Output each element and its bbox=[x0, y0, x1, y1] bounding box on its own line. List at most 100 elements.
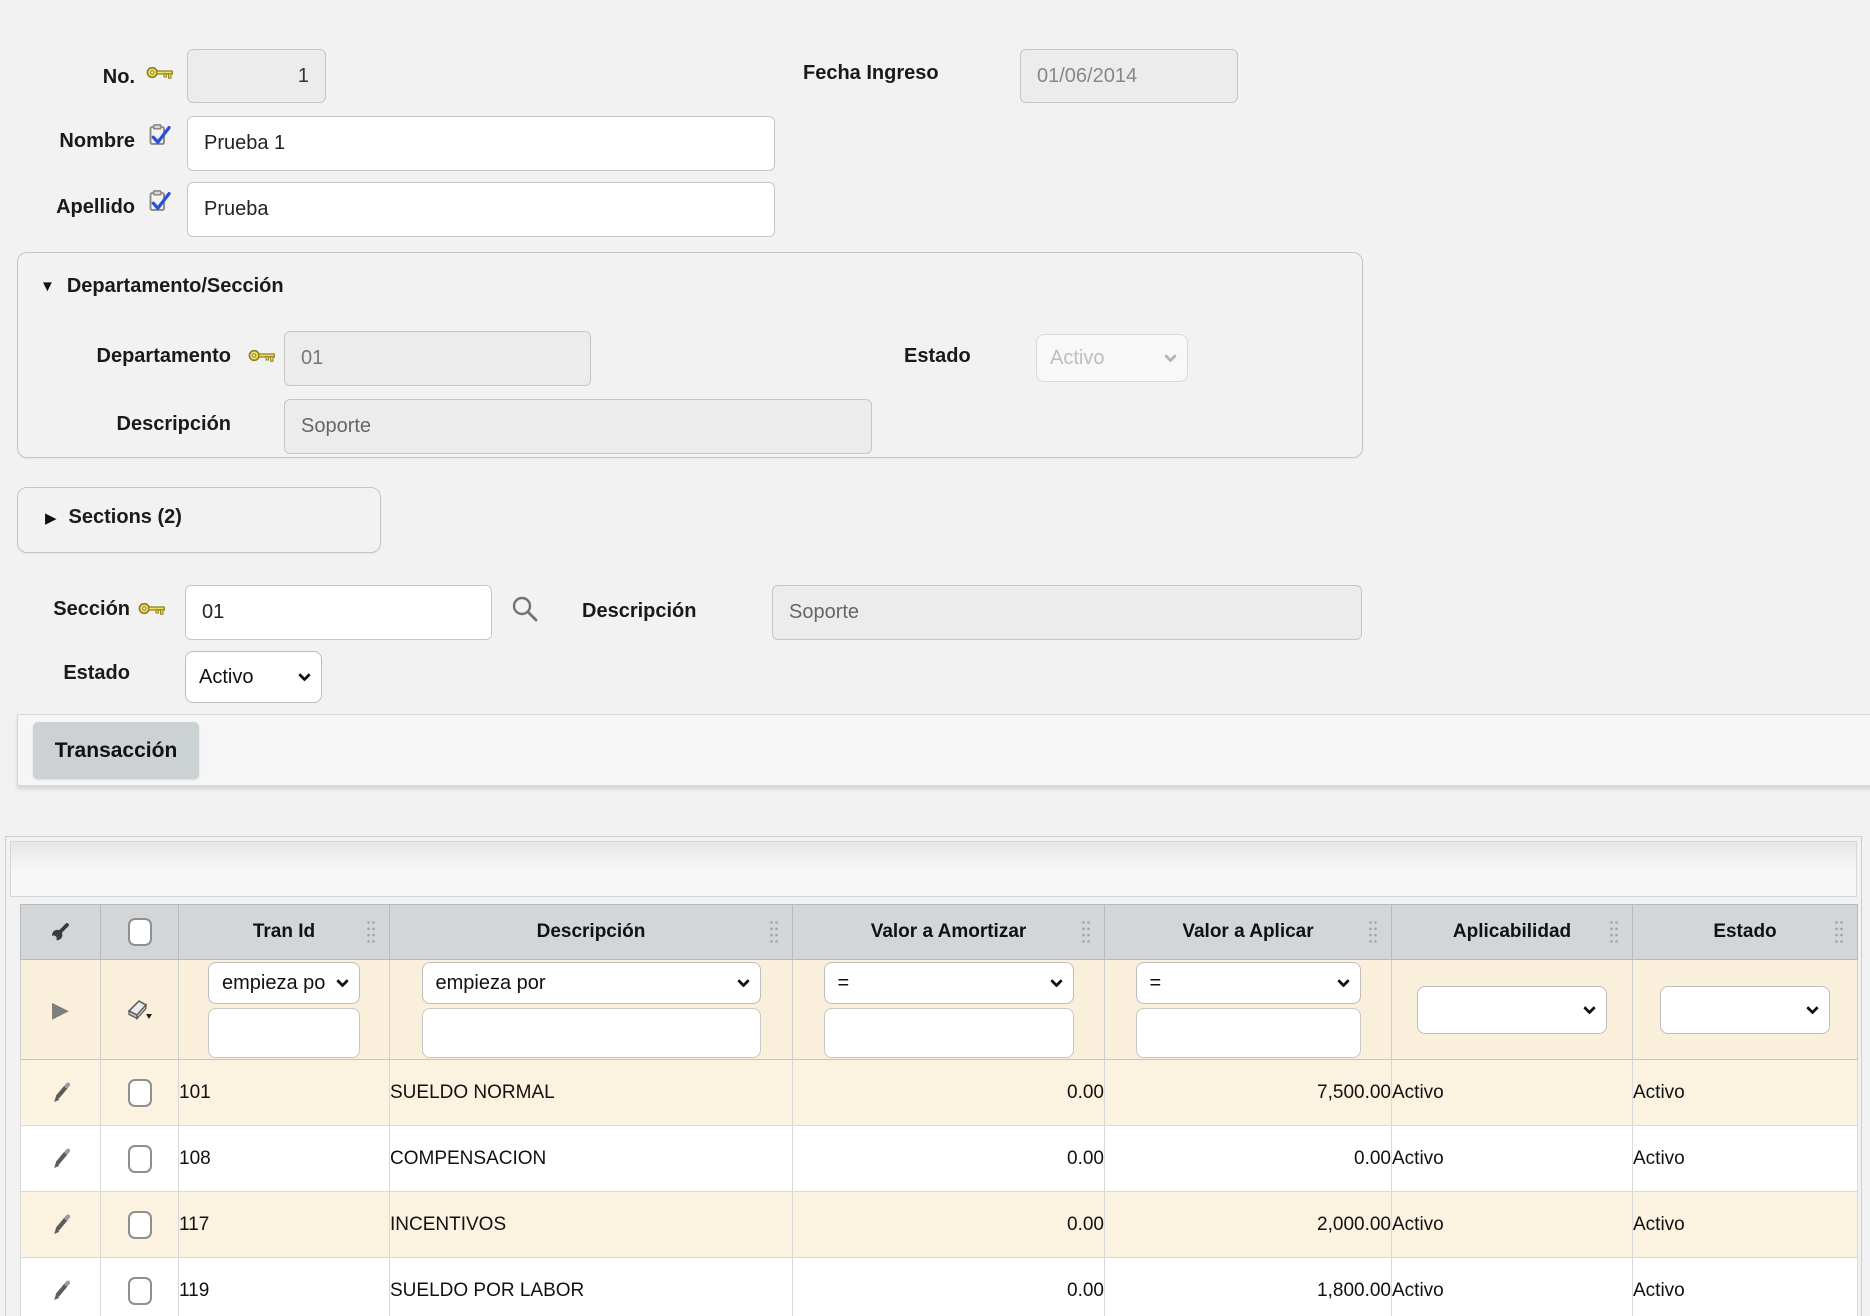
cell-descripcion: SUELDO POR LABOR bbox=[390, 1258, 793, 1316]
cell-valor-a-aplicar: 7,500.00 bbox=[1105, 1060, 1392, 1126]
cell-estado: Activo bbox=[1633, 1192, 1858, 1258]
edit-pencil-icon[interactable] bbox=[21, 1258, 100, 1316]
edit-pencil-icon[interactable] bbox=[21, 1126, 100, 1191]
cell-estado: Activo bbox=[1633, 1126, 1858, 1192]
seccion-descripcion-field bbox=[772, 585, 1362, 640]
nombre-field[interactable] bbox=[187, 116, 775, 171]
filter-estado-select[interactable] bbox=[1660, 986, 1830, 1034]
seccion-estado-label: Estado bbox=[20, 662, 130, 685]
nombre-label: Nombre bbox=[20, 130, 135, 153]
transactions-table: Tran Id Descripción Valor a Amortizar bbox=[20, 904, 1858, 1316]
panel-estado-label: Estado bbox=[904, 345, 971, 368]
header-descripcion[interactable]: Descripción bbox=[390, 905, 793, 960]
row-checkbox[interactable] bbox=[128, 1211, 152, 1239]
cell-tran-id: 108 bbox=[179, 1126, 390, 1192]
cell-valor-a-amortizar: 0.00 bbox=[793, 1192, 1105, 1258]
column-drag-handle-icon[interactable] bbox=[768, 919, 780, 945]
cell-tran-id: 117 bbox=[179, 1192, 390, 1258]
header-select-all bbox=[101, 905, 179, 960]
apellido-field[interactable] bbox=[187, 182, 775, 237]
departamento-label: Departamento bbox=[41, 345, 231, 368]
search-icon[interactable] bbox=[510, 594, 540, 629]
filter-tran-id-operator[interactable]: empieza por bbox=[208, 962, 360, 1004]
seccion-field[interactable] bbox=[185, 585, 492, 640]
cell-aplicabilidad: Activo bbox=[1392, 1126, 1633, 1192]
filter-aplicar-operator[interactable]: = bbox=[1136, 962, 1361, 1004]
sections-panel[interactable]: ▶ Sections (2) bbox=[17, 487, 381, 553]
cell-valor-a-amortizar: 0.00 bbox=[793, 1060, 1105, 1126]
application-window: No. Fecha Ingreso Nombre Apellido ▼ Depa… bbox=[0, 0, 1870, 1316]
clipboard-check-icon bbox=[146, 122, 173, 149]
column-drag-handle-icon[interactable] bbox=[1367, 919, 1379, 945]
departamento-field bbox=[284, 331, 591, 386]
grid-toolbar bbox=[10, 841, 1857, 897]
cell-aplicabilidad: Activo bbox=[1392, 1060, 1633, 1126]
cell-descripcion: SUELDO NORMAL bbox=[390, 1060, 793, 1126]
filter-aplicar-input[interactable] bbox=[1136, 1008, 1361, 1058]
select-all-checkbox[interactable] bbox=[128, 918, 152, 946]
panel-descripcion-field bbox=[284, 399, 872, 454]
edit-pencil-icon[interactable] bbox=[21, 1060, 100, 1125]
cell-tran-id: 119 bbox=[179, 1258, 390, 1316]
key-icon bbox=[146, 64, 174, 81]
header-valor-a-amortizar[interactable]: Valor a Amortizar bbox=[793, 905, 1105, 960]
departamento-panel-header[interactable]: ▼ Departamento/Sección bbox=[40, 275, 284, 298]
cell-valor-a-aplicar: 0.00 bbox=[1105, 1126, 1392, 1192]
header-tools bbox=[21, 905, 101, 960]
cell-aplicabilidad: Activo bbox=[1392, 1258, 1633, 1316]
no-field bbox=[187, 49, 326, 103]
no-label: No. bbox=[40, 66, 135, 89]
clear-filter-eraser-icon[interactable] bbox=[101, 960, 178, 1059]
tab-transaccion[interactable]: Transacción bbox=[33, 722, 199, 779]
column-drag-handle-icon[interactable] bbox=[1608, 919, 1620, 945]
column-drag-handle-icon[interactable] bbox=[365, 919, 377, 945]
seccion-estado-select[interactable]: Activo bbox=[185, 651, 322, 703]
filter-amortizar-input[interactable] bbox=[824, 1008, 1074, 1058]
cell-estado: Activo bbox=[1633, 1060, 1858, 1126]
header-valor-a-aplicar[interactable]: Valor a Aplicar bbox=[1105, 905, 1392, 960]
key-icon bbox=[138, 600, 166, 617]
column-drag-handle-icon[interactable] bbox=[1833, 919, 1845, 945]
table-row[interactable]: 117 INCENTIVOS 0.00 2,000.00 Activo Acti… bbox=[21, 1192, 1858, 1258]
fecha-ingreso-label: Fecha Ingreso bbox=[803, 62, 939, 85]
cell-valor-a-aplicar: 1,800.00 bbox=[1105, 1258, 1392, 1316]
departamento-seccion-panel: ▼ Departamento/Sección Departamento Esta… bbox=[17, 252, 1363, 458]
table-row[interactable]: 101 SUELDO NORMAL 0.00 7,500.00 Activo A… bbox=[21, 1060, 1858, 1126]
header-estado[interactable]: Estado bbox=[1633, 905, 1858, 960]
row-checkbox[interactable] bbox=[128, 1079, 152, 1107]
cell-aplicabilidad: Activo bbox=[1392, 1192, 1633, 1258]
apellido-label: Apellido bbox=[20, 196, 135, 219]
wrench-icon[interactable] bbox=[21, 905, 100, 959]
key-icon bbox=[248, 347, 276, 364]
header-aplicabilidad[interactable]: Aplicabilidad bbox=[1392, 905, 1633, 960]
panel-estado-select: Activo bbox=[1036, 334, 1188, 382]
sections-panel-title: Sections (2) bbox=[69, 506, 182, 529]
cell-valor-a-aplicar: 2,000.00 bbox=[1105, 1192, 1392, 1258]
filter-row: ▶ bbox=[21, 960, 1858, 1060]
row-checkbox[interactable] bbox=[128, 1145, 152, 1173]
column-drag-handle-icon[interactable] bbox=[1080, 919, 1092, 945]
cell-descripcion: COMPENSACION bbox=[390, 1126, 793, 1192]
cell-tran-id: 101 bbox=[179, 1060, 390, 1126]
collapse-closed-triangle-icon: ▶ bbox=[45, 509, 57, 527]
cell-valor-a-amortizar: 0.00 bbox=[793, 1258, 1105, 1316]
transaction-grid-container: Tran Id Descripción Valor a Amortizar bbox=[5, 836, 1862, 1316]
table-row[interactable]: 119 SUELDO POR LABOR 0.00 1,800.00 Activ… bbox=[21, 1258, 1858, 1316]
header-tran-id[interactable]: Tran Id bbox=[179, 905, 390, 960]
filter-aplicabilidad-select[interactable] bbox=[1417, 986, 1607, 1034]
seccion-descripcion-label: Descripción bbox=[582, 600, 696, 623]
row-checkbox[interactable] bbox=[128, 1277, 152, 1305]
tab-bar: Transacción bbox=[17, 714, 1870, 786]
apply-filter-icon[interactable]: ▶ bbox=[21, 960, 100, 1059]
departamento-panel-title: Departamento/Sección bbox=[67, 275, 284, 298]
fecha-ingreso-field bbox=[1020, 49, 1238, 103]
clipboard-check-icon bbox=[146, 188, 173, 215]
table-row[interactable]: 108 COMPENSACION 0.00 0.00 Activo Activo bbox=[21, 1126, 1858, 1192]
filter-tran-id-input[interactable] bbox=[208, 1008, 360, 1058]
filter-descripcion-input[interactable] bbox=[422, 1008, 761, 1058]
filter-amortizar-operator[interactable]: = bbox=[824, 962, 1074, 1004]
seccion-label: Sección bbox=[20, 598, 130, 621]
filter-descripcion-operator[interactable]: empieza por bbox=[422, 962, 761, 1004]
cell-descripcion: INCENTIVOS bbox=[390, 1192, 793, 1258]
edit-pencil-icon[interactable] bbox=[21, 1192, 100, 1257]
